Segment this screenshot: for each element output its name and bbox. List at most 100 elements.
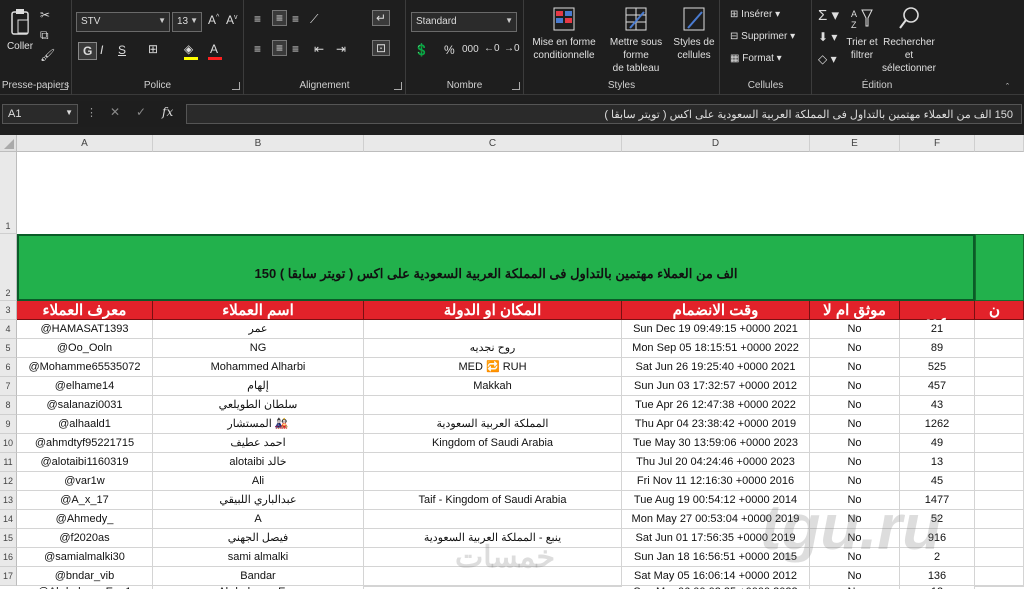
table-cell-empty[interactable] bbox=[975, 396, 1024, 415]
row-header[interactable]: 8 bbox=[0, 396, 17, 415]
insert-button[interactable]: ⊞ Insérer ▾ bbox=[730, 8, 780, 21]
formula-input[interactable]: 150 الف من العملاء مهتمين بالتداول فى ال… bbox=[186, 104, 1022, 124]
table-cell[interactable]: Thu Jul 20 04:24:46 +0000 2023 bbox=[622, 453, 810, 472]
table-cell[interactable]: فيصل الجهني bbox=[153, 529, 364, 548]
table-cell[interactable] bbox=[364, 586, 622, 587]
find-select-button[interactable]: Rechercher et sélectionner bbox=[878, 6, 940, 75]
number-launcher-icon[interactable] bbox=[512, 82, 520, 90]
table-cell[interactable]: Sat Jun 26 19:25:40 +0000 2021 bbox=[622, 358, 810, 377]
cut-icon[interactable]: ✂ bbox=[40, 8, 50, 22]
table-cell[interactable]: عبدالباري اللبيقي bbox=[153, 491, 364, 510]
decrease-indent-icon[interactable]: ⇤ bbox=[314, 42, 324, 56]
currency-icon[interactable]: 💲 bbox=[414, 43, 429, 57]
align-right-icon[interactable]: ≡ bbox=[292, 42, 299, 56]
wrap-text-icon[interactable]: ↵ bbox=[372, 10, 391, 26]
column-title-cell[interactable]: موثق ام لا bbox=[810, 301, 900, 320]
table-cell-empty[interactable] bbox=[975, 491, 1024, 510]
table-cell[interactable]: 45 bbox=[900, 472, 975, 491]
table-cell[interactable]: Kingdom of Saudi Arabia bbox=[364, 434, 622, 453]
title-cell-extension[interactable] bbox=[975, 234, 1024, 301]
table-cell-empty[interactable] bbox=[975, 320, 1024, 339]
table-cell[interactable]: Sun Dec 19 09:49:15 +0000 2021 bbox=[622, 320, 810, 339]
row-header[interactable]: 10 bbox=[0, 434, 17, 453]
table-cell-empty[interactable] bbox=[975, 548, 1024, 567]
table-cell[interactable]: 49 bbox=[900, 434, 975, 453]
table-cell[interactable]: @f2020as bbox=[17, 529, 153, 548]
borders-icon[interactable]: ⊞ bbox=[148, 42, 158, 56]
table-cell[interactable]: 43 bbox=[900, 396, 975, 415]
fill-icon[interactable]: ⬇ ▾ bbox=[818, 30, 837, 44]
table-cell[interactable]: No bbox=[810, 434, 900, 453]
column-title-cell-extra[interactable]: ن bbox=[975, 301, 1024, 320]
row-header[interactable]: 11 bbox=[0, 453, 17, 472]
table-cell[interactable]: Bandar bbox=[153, 567, 364, 586]
collapse-ribbon-icon[interactable]: ˆ bbox=[1006, 82, 1009, 92]
row-header[interactable]: 2 bbox=[0, 234, 17, 301]
table-cell[interactable]: روح نجديه bbox=[364, 339, 622, 358]
table-cell[interactable]: @bndar_vib bbox=[17, 567, 153, 586]
fill-color-icon[interactable]: ◈ bbox=[184, 42, 193, 56]
table-cell[interactable]: 525 bbox=[900, 358, 975, 377]
alignment-launcher-icon[interactable] bbox=[394, 82, 402, 90]
column-title-cell[interactable]: عدد المتابعين bbox=[900, 301, 975, 352]
table-cell[interactable]: No bbox=[810, 567, 900, 586]
merge-center-icon[interactable]: ⊡ bbox=[372, 40, 391, 56]
table-cell[interactable]: No bbox=[810, 358, 900, 377]
table-cell[interactable]: @A_x_17 bbox=[17, 491, 153, 510]
table-cell[interactable]: عمر bbox=[153, 320, 364, 339]
table-cell-empty[interactable] bbox=[975, 472, 1024, 491]
font-color-icon[interactable]: A bbox=[210, 42, 218, 56]
underline-button[interactable]: S bbox=[118, 43, 126, 57]
row-header[interactable]: 9 bbox=[0, 415, 17, 434]
cancel-icon[interactable]: ✕ bbox=[110, 105, 120, 119]
table-cell[interactable] bbox=[364, 510, 622, 529]
table-cell[interactable]: @Oo_Ooln bbox=[17, 339, 153, 358]
clipboard-launcher-icon[interactable] bbox=[60, 82, 68, 90]
table-cell[interactable]: Mon Sep 05 18:15:51 +0000 2022 bbox=[622, 339, 810, 358]
delete-button[interactable]: ⊟ Supprimer ▾ bbox=[730, 30, 795, 43]
format-as-table-button[interactable]: Mettre sous forme de tableau bbox=[598, 6, 674, 75]
table-cell[interactable]: 136 bbox=[900, 567, 975, 586]
table-cell[interactable]: المستشار 🎎 bbox=[153, 415, 364, 434]
row-header[interactable]: 12 bbox=[0, 472, 17, 491]
copy-icon[interactable]: ⧉ bbox=[40, 28, 49, 43]
table-cell[interactable]: Taif - Kingdom of Saudi Arabia bbox=[364, 491, 622, 510]
table-cell[interactable]: @Ahmedy_ bbox=[17, 510, 153, 529]
table-cell[interactable]: MED 🔁 RUH bbox=[364, 358, 622, 377]
insert-function-icon[interactable]: fx bbox=[162, 105, 173, 119]
format-painter-icon[interactable]: 🖌 bbox=[40, 48, 55, 62]
table-cell[interactable]: Sat May 05 16:06:14 +0000 2012 bbox=[622, 567, 810, 586]
table-cell[interactable] bbox=[364, 453, 622, 472]
column-title-cell[interactable]: اسم العملاء bbox=[153, 301, 364, 320]
row-header[interactable]: 3 bbox=[0, 301, 17, 320]
table-cell[interactable]: إلهام bbox=[153, 377, 364, 396]
align-left-icon[interactable]: ≡ bbox=[254, 42, 261, 56]
more-options-icon[interactable]: ⋮ bbox=[86, 106, 97, 119]
table-cell-empty[interactable] bbox=[975, 415, 1024, 434]
table-cell-empty[interactable] bbox=[975, 358, 1024, 377]
column-header-F[interactable]: F bbox=[900, 135, 975, 152]
column-header-B[interactable]: B bbox=[153, 135, 364, 152]
table-cell[interactable]: No bbox=[810, 472, 900, 491]
table-cell[interactable]: @ahmdtyf95221715 bbox=[17, 434, 153, 453]
table-cell[interactable]: No bbox=[810, 320, 900, 339]
row-header[interactable]: 17 bbox=[0, 567, 17, 586]
table-cell[interactable]: No bbox=[810, 453, 900, 472]
table-cell[interactable]: @elhame14 bbox=[17, 377, 153, 396]
italic-button[interactable]: I bbox=[100, 43, 103, 57]
thousands-button[interactable]: 000 bbox=[462, 44, 479, 55]
row-header[interactable]: 6 bbox=[0, 358, 17, 377]
table-cell[interactable]: @Mohamme65535072 bbox=[17, 358, 153, 377]
table-cell[interactable]: Thu Apr 04 23:38:42 +0000 2019 bbox=[622, 415, 810, 434]
decrease-decimal-icon[interactable]: →0 bbox=[504, 43, 520, 54]
table-cell-empty[interactable] bbox=[975, 567, 1024, 586]
table-cell[interactable]: 1262 bbox=[900, 415, 975, 434]
table-cell[interactable] bbox=[364, 396, 622, 415]
increase-indent-icon[interactable]: ⇥ bbox=[336, 42, 346, 56]
row-header[interactable]: 5 bbox=[0, 339, 17, 358]
table-cell-empty[interactable] bbox=[975, 434, 1024, 453]
cell-styles-button[interactable]: Styles de cellules bbox=[672, 6, 716, 62]
table-cell[interactable]: Ali bbox=[153, 472, 364, 491]
row-header[interactable]: 14 bbox=[0, 510, 17, 529]
select-all-corner[interactable] bbox=[0, 135, 17, 152]
